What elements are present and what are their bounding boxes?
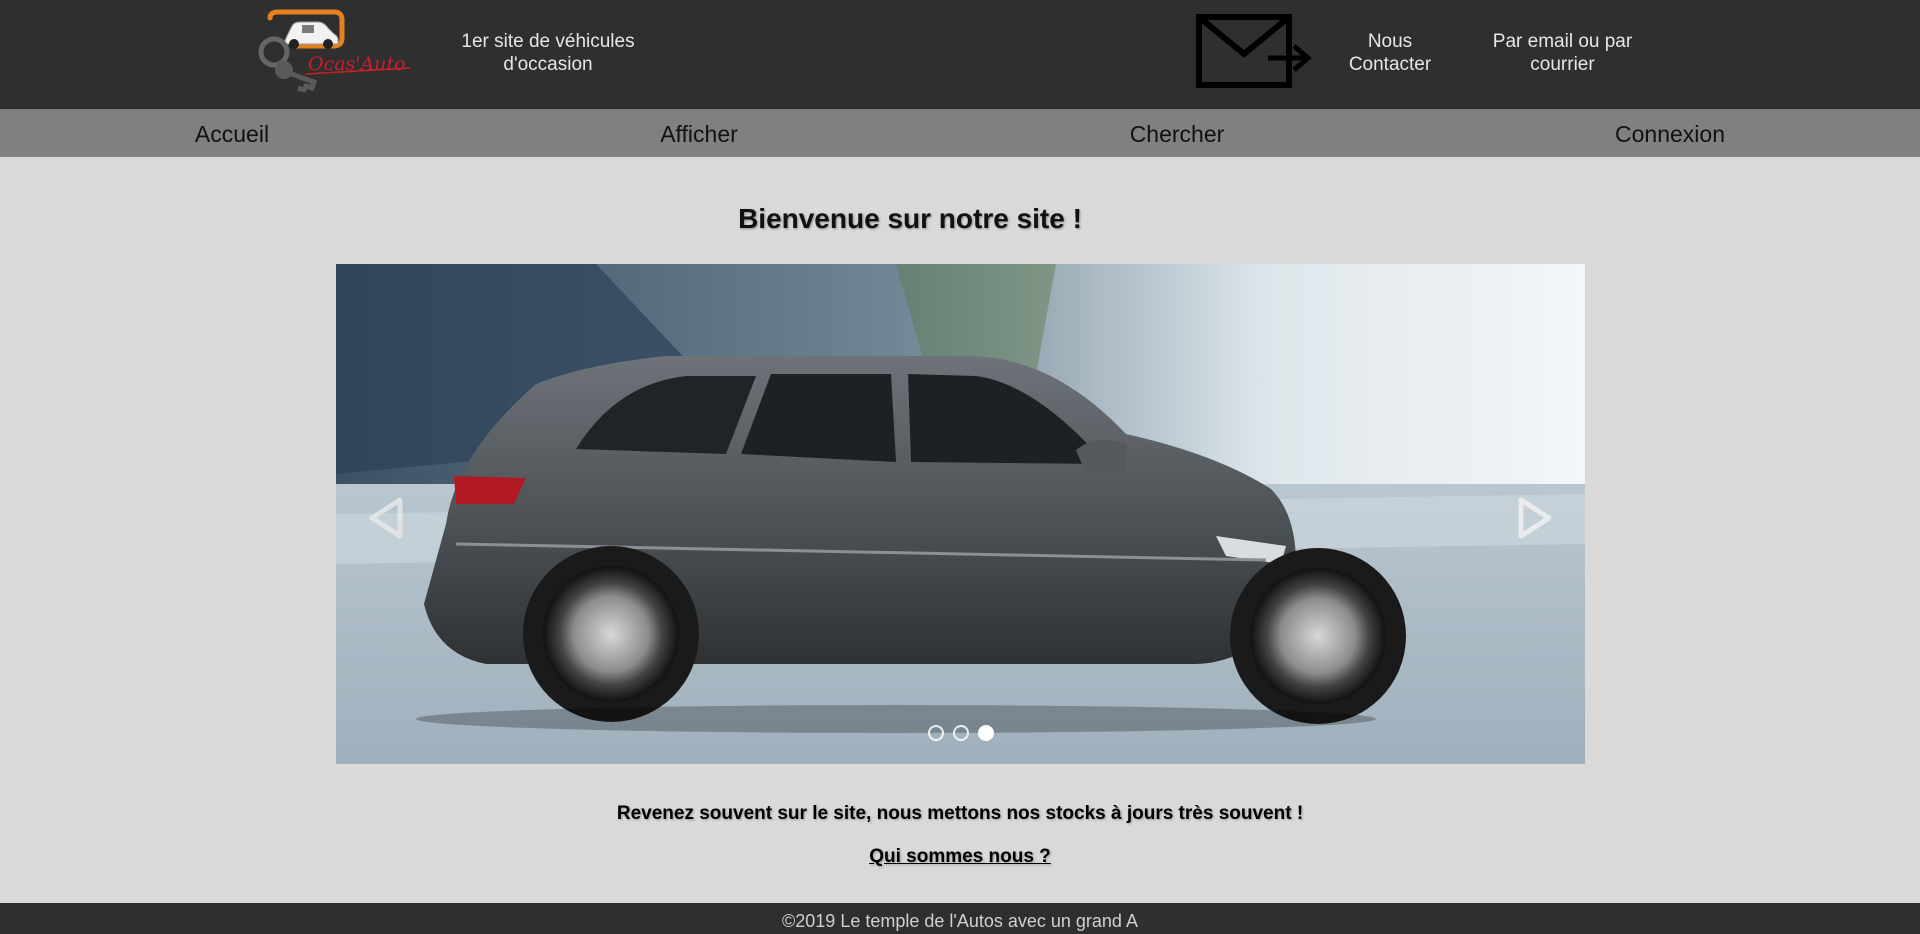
slider-next-button[interactable]	[1515, 496, 1555, 540]
nav-item-chercher[interactable]: Chercher	[1067, 109, 1287, 157]
nav-item-afficher[interactable]: Afficher	[589, 109, 809, 157]
site-tagline: 1er site de véhicules d'occasion	[448, 30, 648, 76]
footer-copyright: ©2019 Le temple de l'Autos avec un grand…	[782, 911, 1138, 931]
image-carousel[interactable]	[336, 264, 1585, 764]
car-slide-image	[336, 264, 1585, 764]
site-logo[interactable]: Ocas'Auto	[256, 8, 416, 94]
contact-line-1: Nous	[1367, 31, 1413, 52]
page-title: Bienvenue sur notre site !	[738, 203, 1082, 234]
contact-info-line-2: courrier	[1530, 54, 1595, 75]
slider-indicators	[336, 725, 1585, 743]
main-nav: Accueil Afficher Chercher Connexion	[0, 109, 1920, 157]
slider-dot-1[interactable]	[928, 725, 944, 741]
contact-link[interactable]: Nous Contacter	[1330, 30, 1450, 76]
stock-message: Revenez souvent sur le site, nous metton…	[616, 803, 1304, 824]
triangle-left-icon	[369, 497, 403, 539]
tagline-line-1: 1er site de véhicules	[461, 31, 635, 52]
slider-dot-3[interactable]	[978, 725, 994, 741]
tagline-line-2: d'occasion	[503, 54, 593, 75]
triangle-right-icon	[1518, 497, 1552, 539]
slider-prev-button[interactable]	[366, 496, 406, 540]
header: Ocas'Auto 1er site de véhicules d'occasi…	[0, 0, 1920, 109]
about-us-link[interactable]: Qui sommes nous ?	[810, 846, 1110, 868]
nav-item-connexion[interactable]: Connexion	[1560, 109, 1780, 157]
slider-dot-2[interactable]	[953, 725, 969, 741]
contact-line-2: Contacter	[1348, 54, 1432, 75]
envelope-arrow-icon[interactable]	[1196, 14, 1314, 90]
footer: ©2019 Le temple de l'Autos avec un grand…	[0, 903, 1920, 934]
nav-item-accueil[interactable]: Accueil	[122, 109, 342, 157]
contact-info-line-1: Par email ou par	[1492, 31, 1633, 52]
contact-info: Par email ou par courrier	[1480, 30, 1645, 76]
